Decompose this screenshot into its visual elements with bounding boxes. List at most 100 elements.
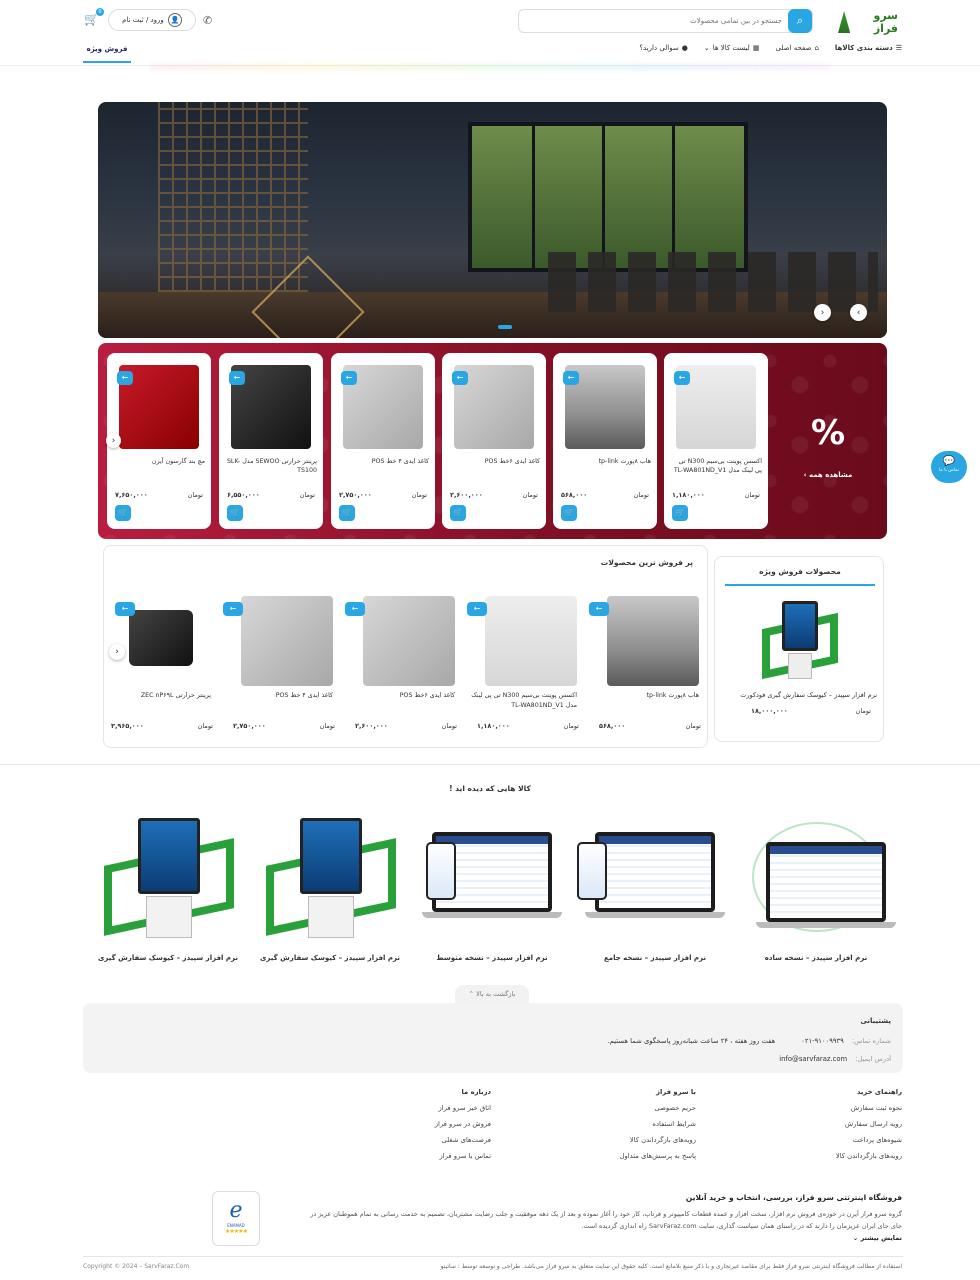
product-card[interactable]: ← هاب ۸پورت tp-link ۵۶۸,۰۰۰ تومان 🛒: [553, 353, 657, 529]
footer-link[interactable]: فرصت‌های شغلی: [435, 1136, 491, 1144]
slider-next-button[interactable]: ‹: [814, 304, 831, 321]
support-email[interactable]: info@sarvfaraz.com: [779, 1055, 847, 1063]
footer-link[interactable]: شیوه‌های پرداخت: [836, 1136, 902, 1144]
arrow-left-icon[interactable]: ←: [674, 371, 690, 385]
login-button[interactable]: 👤 ورود / ثبت نام: [108, 9, 196, 31]
bestsellers-section: پر فروش ترین محصولات ← هاب ۸پورت tp-link…: [103, 545, 708, 748]
rights-notice: استفاده از مطالب فروشگاه اینترنتی سرو فر…: [440, 1263, 902, 1270]
nav-item-categories[interactable]: ☰ دسته بندی کالاها: [835, 44, 902, 52]
product-card[interactable]: ← مچ بند گارسون آیرن ۷,۶۵۰,۰۰۰ تومان 🛒: [107, 353, 211, 529]
product-card[interactable]: ← پرینتر حرارتی ZEC nP۶۹L ۳,۹۶۵,۰۰۰ تومان: [101, 592, 217, 737]
product-card[interactable]: ← کاغذ ایدی ۶خط POS ۲,۶۰۰,۰۰۰ تومان 🛒: [442, 353, 546, 529]
search-input[interactable]: [519, 17, 788, 25]
add-to-cart-button[interactable]: 🛒: [672, 505, 688, 521]
chat-button[interactable]: 💬 تماس با ما: [931, 451, 967, 483]
hero-image-window: [468, 122, 748, 272]
add-to-cart-button[interactable]: 🛒: [339, 505, 355, 521]
question-icon: ●: [681, 44, 688, 52]
footer-link[interactable]: فروش در سرو فراز: [435, 1120, 491, 1128]
add-to-cart-button[interactable]: 🛒: [115, 505, 131, 521]
arrow-left-icon[interactable]: ←: [223, 602, 243, 616]
slider-prev-button[interactable]: ›: [850, 304, 867, 321]
product-image: [485, 596, 577, 686]
nav-item-products[interactable]: ▦ لیست کالا ها ⌄: [704, 44, 760, 52]
back-to-top-button[interactable]: بازگشت به بالا ⌃: [455, 985, 529, 1003]
product-card[interactable]: ← کاغذ ایدی ۴ خط POS ۲,۷۵۰,۰۰۰ تومان: [223, 592, 339, 737]
product-image[interactable]: [760, 601, 840, 691]
product-name: هاب ۸پورت tp-link: [646, 692, 699, 699]
arrow-left-icon[interactable]: ←: [563, 371, 579, 385]
about-text: گروه سرو فراز آیرن در حوزه‌ی فروش نرم اف…: [310, 1210, 902, 1230]
product-card[interactable]: ← اکسس پوینت بی‌سیم N300 تی پی لینک مدل …: [664, 353, 768, 529]
site-logo[interactable]: سرو فراز: [838, 9, 899, 35]
arrow-left-icon[interactable]: ←: [345, 602, 365, 616]
footer-link[interactable]: تماس با سرو فراز: [435, 1152, 491, 1160]
footer-link[interactable]: نحوه ثبت سفارش: [836, 1104, 902, 1112]
product-name: نرم افزار سپیدز – نسخه متوسط: [436, 954, 548, 962]
carousel-prev-button[interactable]: ‹: [109, 644, 125, 660]
hero-slider[interactable]: ‹ ›: [98, 102, 887, 338]
arrow-left-icon[interactable]: ←: [229, 371, 245, 385]
special-products-box: محصولات فروش ویژه نرم افزار سپیدز – کیوس…: [714, 556, 884, 742]
product-name: نرم افزار سپیدز – کیوسک سفارش گیری: [98, 954, 238, 962]
nav-item-home[interactable]: ⌂ صفحه اصلی: [775, 44, 818, 52]
viewed-product[interactable]: نرم افزار سپیدز – کیوسک سفارش گیری: [88, 812, 248, 962]
product-name: اکسس پوینت بی‌سیم N300 تی پی لینک مدل TL…: [673, 458, 762, 474]
support-title: پشتیبانی: [860, 1017, 891, 1025]
product-price: ۶,۵۵۰,۰۰۰ تومان: [227, 491, 315, 499]
footer-link[interactable]: شرایط استفاده: [620, 1120, 696, 1128]
phone-icon[interactable]: ✆: [203, 14, 212, 27]
viewed-product[interactable]: نرم افزار سپیدز – نسخه متوسط: [412, 812, 572, 962]
nav-item-faq[interactable]: ● سوالی دارید؟: [639, 44, 688, 52]
add-to-cart-button[interactable]: 🛒: [227, 505, 243, 521]
arrow-left-icon[interactable]: ←: [452, 371, 468, 385]
arrow-left-icon[interactable]: ←: [117, 371, 133, 385]
search-icon[interactable]: ⌕: [788, 9, 812, 33]
product-card[interactable]: ← هاب ۸پورت tp-link ۵۶۸,۰۰۰ تومان: [589, 592, 705, 737]
arrow-left-icon[interactable]: ←: [467, 602, 487, 616]
product-card[interactable]: ← اکسس پوینت بی‌سیم N300 تی پی لینک مدل …: [467, 592, 583, 737]
add-to-cart-button[interactable]: 🛒: [561, 505, 577, 521]
support-email-row: آدرس ایمیل: info@sarvfaraz.com: [779, 1055, 891, 1063]
show-more-link[interactable]: نمایش بیشتر ⌄: [302, 1232, 902, 1244]
footer-link[interactable]: حریم خصوصی: [620, 1104, 696, 1112]
product-name: پرینتر حرارتی SEWOO مدل SLK-TS100: [226, 458, 317, 474]
viewed-product[interactable]: نرم افزار سپیدز – نسخه جامع: [575, 812, 735, 962]
arrow-left-icon[interactable]: ←: [341, 371, 357, 385]
logo-text: سرو فراز: [873, 9, 899, 35]
product-name: مچ بند گارسون آیرن: [151, 458, 205, 465]
viewed-product[interactable]: نرم افزار سپیدز – کیوسک سفارش گیری: [250, 812, 410, 962]
add-to-cart-button[interactable]: 🛒: [450, 505, 466, 521]
bestsellers-title: پر فروش ترین محصولات: [600, 558, 693, 567]
product-price: ۱,۱۸۰,۰۰۰ تومان: [477, 722, 579, 730]
product-name: کاغذ ایدی ۶خط POS: [484, 458, 540, 465]
product-name: نرم افزار سپیدز – کیوسک سفارش گیری فودکو…: [740, 691, 877, 699]
carousel-prev-button[interactable]: ‹: [106, 433, 121, 448]
enamad-badge[interactable]: e ENAMAD ★★★★★: [212, 1191, 260, 1246]
product-price: ۵۶۸,۰۰۰ تومان: [599, 722, 701, 730]
support-phone[interactable]: ۰۲۱-۹۱۰۰۹۹۳۹: [801, 1037, 844, 1045]
footer-link[interactable]: رویه ارسال سفارش: [836, 1120, 902, 1128]
product-price: ۱,۱۸۰,۰۰۰ تومان: [672, 491, 760, 499]
product-price: ۲,۷۵۰,۰۰۰ تومان: [339, 491, 427, 499]
product-card[interactable]: ← پرینتر حرارتی SEWOO مدل SLK-TS100 ۶,۵۵…: [219, 353, 323, 529]
arrow-left-icon[interactable]: ←: [115, 602, 135, 616]
arrow-left-icon[interactable]: ←: [589, 602, 609, 616]
footer-link[interactable]: پاسخ به پرسش‌های متداول: [620, 1152, 696, 1160]
product-price: ۷,۶۵۰,۰۰۰ تومان: [115, 491, 203, 499]
footer-link[interactable]: رویه‌های بازگرداندن کالا: [836, 1152, 902, 1160]
cart-icon[interactable]: 🛒 0: [84, 8, 104, 26]
see-all-link[interactable]: مشاهده همه ›: [798, 471, 858, 479]
product-card[interactable]: ← کاغذ ایدی ۶خط POS ۲,۶۰۰,۰۰۰ تومان: [345, 592, 461, 737]
product-card[interactable]: ← کاغذ ایدی ۴ خط POS ۲,۷۵۰,۰۰۰ تومان 🛒: [331, 353, 435, 529]
slider-dot-active[interactable]: [498, 325, 512, 329]
viewed-product[interactable]: نرم افزار سپیدز – نسخه ساده: [736, 812, 896, 962]
footer-link[interactable]: رویه‌های بازگرداندن کالا: [620, 1136, 696, 1144]
tab-special-sale[interactable]: فروش ویژه: [83, 45, 131, 63]
product-price: ۵۶۸,۰۰۰ تومان: [561, 491, 649, 499]
chat-icon: 💬: [942, 456, 956, 467]
percent-icon: %: [810, 413, 846, 453]
footer-link[interactable]: اتاق خبر سرو فراز: [435, 1104, 491, 1112]
footer-col-with-us: با سرو فراز حریم خصوصی شرایط استفاده روی…: [619, 1088, 696, 1160]
hero-image-shelves: [158, 102, 308, 292]
